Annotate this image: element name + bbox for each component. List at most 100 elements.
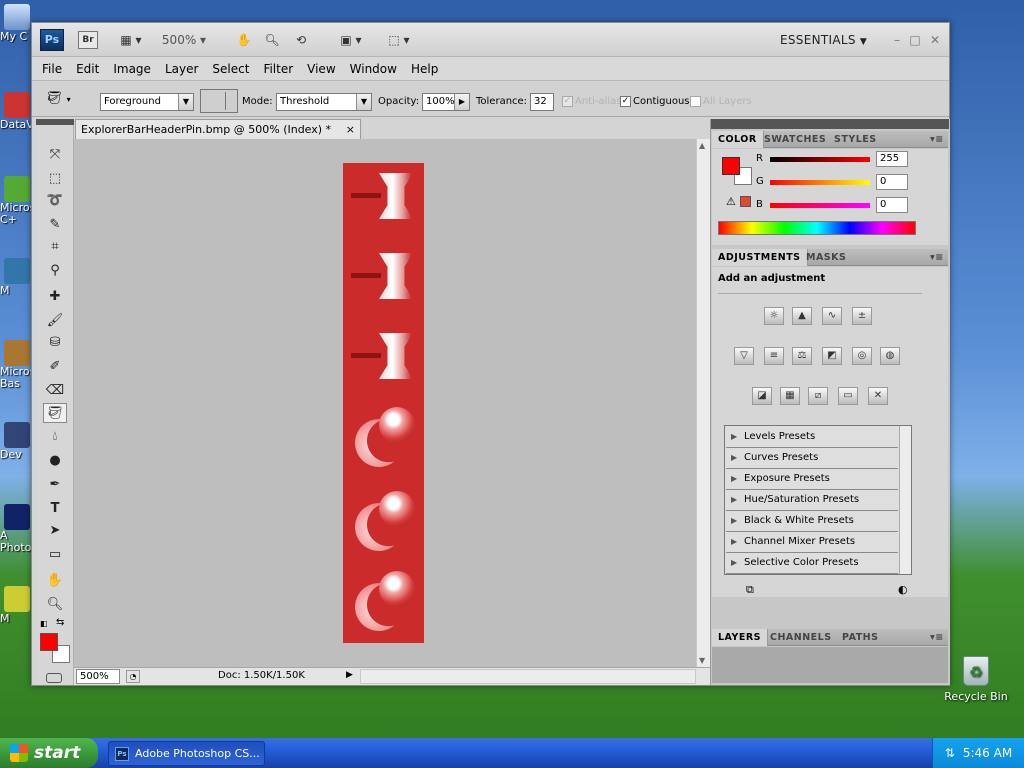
channel-mixer-icon[interactable]: ◍	[880, 347, 900, 365]
paint-bucket-tool[interactable]: 🪣︎	[43, 403, 67, 423]
default-colors-icon[interactable]: ◧	[40, 619, 50, 629]
menu-filter[interactable]: Filter	[263, 62, 293, 76]
menu-help[interactable]: Help	[411, 62, 438, 76]
color-balance-icon[interactable]: ⚖	[792, 347, 812, 365]
desktop-icon-dev[interactable]: Dev	[0, 422, 34, 461]
menu-window[interactable]: Window	[350, 62, 397, 76]
desktop-icon-recycle-bin[interactable]: Recycle Bin	[944, 656, 1008, 703]
tab-layers[interactable]: LAYERS	[712, 629, 769, 646]
desktop-icon-datav[interactable]: DataV	[0, 92, 34, 131]
hand-tool[interactable]: ✋	[43, 571, 67, 591]
pattern-picker[interactable]	[200, 89, 238, 113]
eraser-tool[interactable]: ⌫	[43, 381, 67, 401]
levels-icon[interactable]: ▲	[792, 307, 812, 325]
screen-mode-button[interactable]: ⬚ ▾	[382, 31, 416, 49]
tab-swatches[interactable]: SWATCHES	[758, 131, 832, 148]
status-options-icon[interactable]: ◔	[126, 670, 140, 683]
foreground-color-swatch[interactable]	[722, 157, 740, 175]
crop-tool[interactable]: ⌗	[43, 237, 67, 257]
menu-view[interactable]: View	[307, 62, 335, 76]
tab-channels[interactable]: CHANNELS	[764, 629, 838, 646]
desktop-icon-microsoft-basic[interactable]: Micros Bas	[0, 340, 34, 390]
hand-tool-button[interactable]: ✋	[234, 31, 254, 49]
taskbar-item-photoshop[interactable]: Ps Adobe Photoshop CS...	[108, 741, 265, 766]
blend-mode-select[interactable]: Threshold ▼	[276, 93, 372, 111]
red-value-input[interactable]: 255	[876, 151, 908, 167]
presets-scrollbar[interactable]	[899, 426, 911, 574]
desktop-icon-m[interactable]: M	[0, 258, 34, 297]
desktop-icon-photoshop[interactable]: A Photo	[0, 504, 34, 554]
desktop-icon-m2[interactable]: M	[0, 586, 34, 625]
green-value-input[interactable]: 0	[876, 174, 908, 190]
panel-menu-icon[interactable]: ▾≡	[924, 629, 950, 646]
photo-filter-icon[interactable]: ◎	[852, 347, 872, 365]
preset-channel-mixer[interactable]: Channel Mixer Presets	[726, 532, 898, 553]
blue-value-input[interactable]: 0	[876, 197, 908, 213]
tab-adjustments[interactable]: ADJUSTMENTS	[712, 249, 808, 266]
contiguous-checkbox[interactable]: ✓	[620, 96, 631, 107]
document-image[interactable]	[343, 163, 424, 643]
posterize-icon[interactable]: ▦	[780, 387, 800, 405]
menu-file[interactable]: File	[42, 62, 62, 76]
quick-select-tool[interactable]: ✎	[43, 215, 67, 235]
toolbox-grip[interactable]	[36, 119, 74, 125]
quick-mask-icon[interactable]	[46, 673, 62, 683]
shape-tool[interactable]: ▭	[43, 545, 67, 565]
rotate-view-button[interactable]: ⟲	[290, 31, 312, 49]
vibrance-icon[interactable]: ▽	[734, 347, 754, 365]
horizontal-scrollbar[interactable]	[360, 669, 696, 684]
hue-saturation-icon[interactable]: ≡	[764, 347, 784, 365]
panel-menu-icon[interactable]: ▾≡	[924, 131, 950, 148]
zoom-level-dropdown[interactable]: 500% ▾	[158, 31, 210, 49]
tab-color[interactable]: COLOR	[712, 131, 764, 148]
invert-icon[interactable]: ◪	[752, 387, 772, 405]
preset-exposure[interactable]: Exposure Presets	[726, 469, 898, 490]
blur-tool[interactable]: 💧︎	[43, 427, 67, 447]
network-icon[interactable]: ⇅	[945, 746, 955, 760]
tab-paths[interactable]: PATHS	[836, 629, 884, 646]
zoom-tool[interactable]: 🔍︎	[43, 595, 67, 615]
color-ramp[interactable]	[718, 221, 916, 235]
healing-brush-tool[interactable]: ✚	[43, 287, 67, 307]
preset-selective-color[interactable]: Selective Color Presets	[726, 553, 898, 574]
gradient-map-icon[interactable]: ▭	[838, 387, 858, 405]
swap-colors-icon[interactable]: ⇆	[56, 617, 68, 629]
fill-source-select[interactable]: Foreground ▼	[100, 93, 194, 111]
brush-tool[interactable]: 🖌︎	[43, 311, 67, 331]
preset-curves[interactable]: Curves Presets	[726, 448, 898, 469]
document-tab[interactable]: ExplorerBarHeaderPin.bmp @ 500% (Index) …	[75, 119, 361, 139]
workspace-switcher[interactable]: ESSENTIALS ▼	[780, 33, 867, 47]
threshold-icon[interactable]: ⧄	[808, 387, 828, 405]
all-layers-checkbox[interactable]	[690, 96, 701, 107]
menu-layer[interactable]: Layer	[165, 62, 198, 76]
dodge-tool[interactable]: ●	[43, 451, 67, 471]
adjustment-options-icon[interactable]: ◐	[898, 583, 908, 596]
menu-image[interactable]: Image	[113, 62, 151, 76]
exposure-icon[interactable]: ±	[852, 307, 872, 325]
zoom-tool-button[interactable]: 🔍︎	[262, 31, 282, 49]
menu-edit[interactable]: Edit	[76, 62, 99, 76]
dock-grip[interactable]	[711, 119, 949, 129]
brightness-contrast-icon[interactable]: ☼	[764, 307, 784, 325]
pen-tool[interactable]: ✒	[43, 475, 67, 495]
clone-stamp-tool[interactable]: ⛁	[43, 333, 67, 353]
selective-color-icon[interactable]: ✕	[868, 387, 888, 405]
arrange-documents-button[interactable]: ▣ ▾	[334, 31, 368, 49]
desktop-icon-microsoft-cpp[interactable]: Micros C+	[0, 176, 34, 226]
start-button[interactable]: start	[0, 738, 98, 768]
path-select-tool[interactable]: ➤	[43, 521, 67, 541]
lasso-tool[interactable]: ➰	[43, 191, 67, 211]
opacity-input[interactable]: 100% ▶	[422, 93, 470, 111]
move-tool[interactable]: ⤧	[43, 145, 67, 165]
green-slider[interactable]	[770, 180, 870, 185]
status-menu-arrow-icon[interactable]: ▶	[346, 670, 353, 680]
red-slider[interactable]	[770, 157, 870, 162]
marquee-tool[interactable]: ⬚	[43, 169, 67, 189]
minimize-button[interactable]: –	[890, 31, 904, 49]
clip-to-layer-icon[interactable]: ⧉	[746, 583, 754, 597]
close-icon[interactable]: ×	[346, 120, 355, 139]
black-white-icon[interactable]: ◩	[822, 347, 842, 365]
tab-masks[interactable]: MASKS	[800, 249, 852, 266]
curves-icon[interactable]: ∿	[822, 307, 842, 325]
blue-slider[interactable]	[770, 203, 870, 208]
